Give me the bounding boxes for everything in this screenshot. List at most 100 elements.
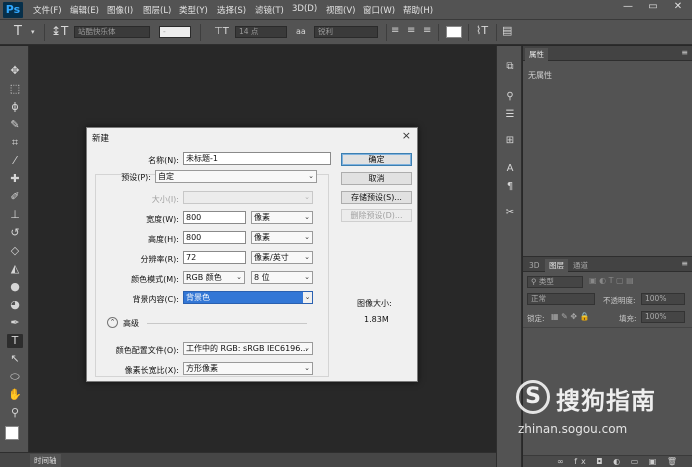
menu-3d[interactable]: 3D(D) <box>292 4 317 14</box>
resolution-unit-select[interactable]: 像素/英寸 ⌄ <box>251 251 313 264</box>
menu-layer[interactable]: 图层(L) <box>143 4 171 16</box>
image-size-value: 1.83M <box>364 315 389 324</box>
opacity-label: 不透明度: <box>603 296 636 305</box>
warp-text-icon[interactable]: ⌇T <box>476 24 488 37</box>
filter-icons[interactable]: ▣ ◐ T ▢ ▤ <box>589 276 634 285</box>
character-panel-icon[interactable]: A <box>502 162 518 176</box>
clone-source-icon[interactable]: ⊞ <box>502 134 518 148</box>
align-center-icon[interactable]: ≡ <box>407 25 415 36</box>
chevron-up-icon[interactable]: ⌃ <box>107 317 118 328</box>
width-unit-select[interactable]: 像素 ⌄ <box>251 211 313 224</box>
close-window-button[interactable]: ✕ <box>666 0 690 14</box>
cancel-button[interactable]: 取消 <box>341 172 412 185</box>
pen-tool-icon[interactable]: ✒ <box>7 316 23 330</box>
menu-filter[interactable]: 滤镜(T) <box>255 4 284 16</box>
pixel-aspect-value: 方形像素 <box>186 364 218 373</box>
text-color-swatch[interactable] <box>446 26 462 38</box>
hand-tool-icon[interactable]: ✋ <box>7 388 23 402</box>
menu-select[interactable]: 选择(S) <box>217 4 246 16</box>
eraser-tool-icon[interactable]: ◇ <box>7 244 23 258</box>
paint-bucket-icon[interactable]: ◭ <box>7 262 23 276</box>
pixel-aspect-select[interactable]: 方形像素 ⌄ <box>183 362 313 375</box>
blur-tool-icon[interactable]: ● <box>7 280 23 294</box>
minimize-button[interactable]: — <box>616 0 640 14</box>
character-panel-icon[interactable]: ▤ <box>502 24 512 37</box>
lasso-tool-icon[interactable]: ϕ <box>7 100 23 114</box>
width-field[interactable]: 800 <box>183 211 246 224</box>
color-profile-label: 颜色配置文件(O): <box>115 346 179 355</box>
tab-properties[interactable]: 属性 <box>525 48 548 61</box>
chevron-down-icon: ⌄ <box>304 233 310 241</box>
tab-layers[interactable]: 图层 <box>545 259 568 272</box>
bit-depth-select[interactable]: 8 位 ⌄ <box>251 271 313 284</box>
ellipse-tool-icon[interactable]: ⬭ <box>7 370 23 384</box>
foreground-color-swatch[interactable] <box>5 426 19 440</box>
size-select[interactable]: ⌄ <box>183 191 313 204</box>
height-field[interactable]: 800 <box>183 231 246 244</box>
align-left-icon[interactable]: ≡ <box>391 25 399 36</box>
type-tool-preset-icon[interactable]: T <box>14 24 22 39</box>
stamp-tool-icon[interactable]: ⊥ <box>7 208 23 222</box>
healing-tool-icon[interactable]: ✚ <box>7 172 23 186</box>
layers-tab-bar: 3D 图层 通道 ≡ <box>523 257 692 272</box>
brush-panel-icon[interactable]: ⚲ <box>502 90 518 104</box>
tools-panel-icon[interactable]: ✂ <box>502 206 518 220</box>
tab-channels[interactable]: 通道 <box>569 259 592 272</box>
panel-menu-icon[interactable]: ≡ <box>681 48 688 57</box>
ok-button[interactable]: 确定 <box>341 153 412 166</box>
font-style-select[interactable]: - <box>159 26 191 38</box>
name-field[interactable]: 未标题-1 <box>183 152 331 165</box>
font-family-select[interactable]: 站酷快乐体 <box>74 26 150 38</box>
move-tool-icon[interactable]: ✥ <box>7 64 23 78</box>
tab-3d[interactable]: 3D <box>525 259 544 272</box>
height-unit-select[interactable]: 像素 ⌄ <box>251 231 313 244</box>
layer-filter-select[interactable]: ⚲ 类型 <box>527 276 583 288</box>
menu-view[interactable]: 视图(V) <box>326 4 355 16</box>
chevron-down-icon[interactable]: ▾ <box>31 28 35 36</box>
adjustments-panel-icon[interactable]: ☰ <box>502 108 518 122</box>
path-select-icon[interactable]: ↖ <box>7 352 23 366</box>
timeline-tab[interactable]: 时间轴 <box>30 454 61 467</box>
history-panel-icon[interactable]: ⧉ <box>502 60 518 74</box>
menu-window[interactable]: 窗口(W) <box>363 4 395 16</box>
opacity-field[interactable]: 100% <box>641 293 685 305</box>
menu-image[interactable]: 图像(I) <box>107 4 133 16</box>
close-icon[interactable]: × <box>402 129 411 142</box>
menu-type[interactable]: 类型(Y) <box>179 4 208 16</box>
history-brush-icon[interactable]: ↺ <box>7 226 23 240</box>
chevron-down-icon: ⌄ <box>304 213 310 221</box>
dodge-tool-icon[interactable]: ◕ <box>7 298 23 312</box>
antialias-select[interactable]: 锐利 <box>314 26 378 38</box>
save-preset-button[interactable]: 存储预设(S)... <box>341 191 412 204</box>
align-right-icon[interactable]: ≡ <box>423 25 431 36</box>
menu-file[interactable]: 文件(F) <box>33 4 62 16</box>
color-mode-select[interactable]: RGB 颜色 ⌄ <box>183 271 245 284</box>
quick-select-tool-icon[interactable]: ✎ <box>7 118 23 132</box>
delete-preset-button[interactable]: 删除预设(D)... <box>341 209 412 222</box>
resolution-field[interactable]: 72 <box>183 251 246 264</box>
marquee-tool-icon[interactable]: ⬚ <box>7 82 23 96</box>
blend-mode-select[interactable]: 正常 <box>527 293 595 305</box>
crop-tool-icon[interactable]: ⌗ <box>7 136 23 150</box>
menu-help[interactable]: 帮助(H) <box>403 4 433 16</box>
resolution-unit-value: 像素/英寸 <box>254 253 289 262</box>
layer-action-icons[interactable]: ∞ fx ◘ ◐ ▭ ▣ 🗑 <box>557 457 681 466</box>
zoom-tool-icon[interactable]: ⚲ <box>7 406 23 420</box>
brush-tool-icon[interactable]: ✐ <box>7 190 23 204</box>
background-select[interactable]: 背景色 ⌄ <box>183 291 313 304</box>
eyedropper-tool-icon[interactable]: ⁄ <box>7 154 23 168</box>
lock-icons[interactable]: ▦ ✎ ✥ 🔒 <box>551 312 590 321</box>
text-orientation-icon[interactable]: ↨T <box>51 24 68 38</box>
paragraph-panel-icon[interactable]: ¶ <box>502 180 518 194</box>
size-label: 大小(I): <box>151 195 179 204</box>
type-tool-icon[interactable]: T <box>7 334 23 348</box>
watermark-url: zhinan.sogou.com <box>518 422 628 436</box>
color-profile-select[interactable]: 工作中的 RGB: sRGB IEC6196... ⌄ <box>183 342 313 355</box>
font-size-select[interactable]: 14 点 <box>235 26 287 38</box>
panel-menu-icon[interactable]: ≡ <box>681 259 688 268</box>
fill-field[interactable]: 100% <box>641 311 685 323</box>
preset-select[interactable]: 自定 ⌄ <box>155 170 317 183</box>
advanced-toggle[interactable]: 高级 <box>123 318 139 329</box>
maximize-button[interactable]: ▭ <box>641 0 665 14</box>
menu-edit[interactable]: 编辑(E) <box>70 4 99 16</box>
